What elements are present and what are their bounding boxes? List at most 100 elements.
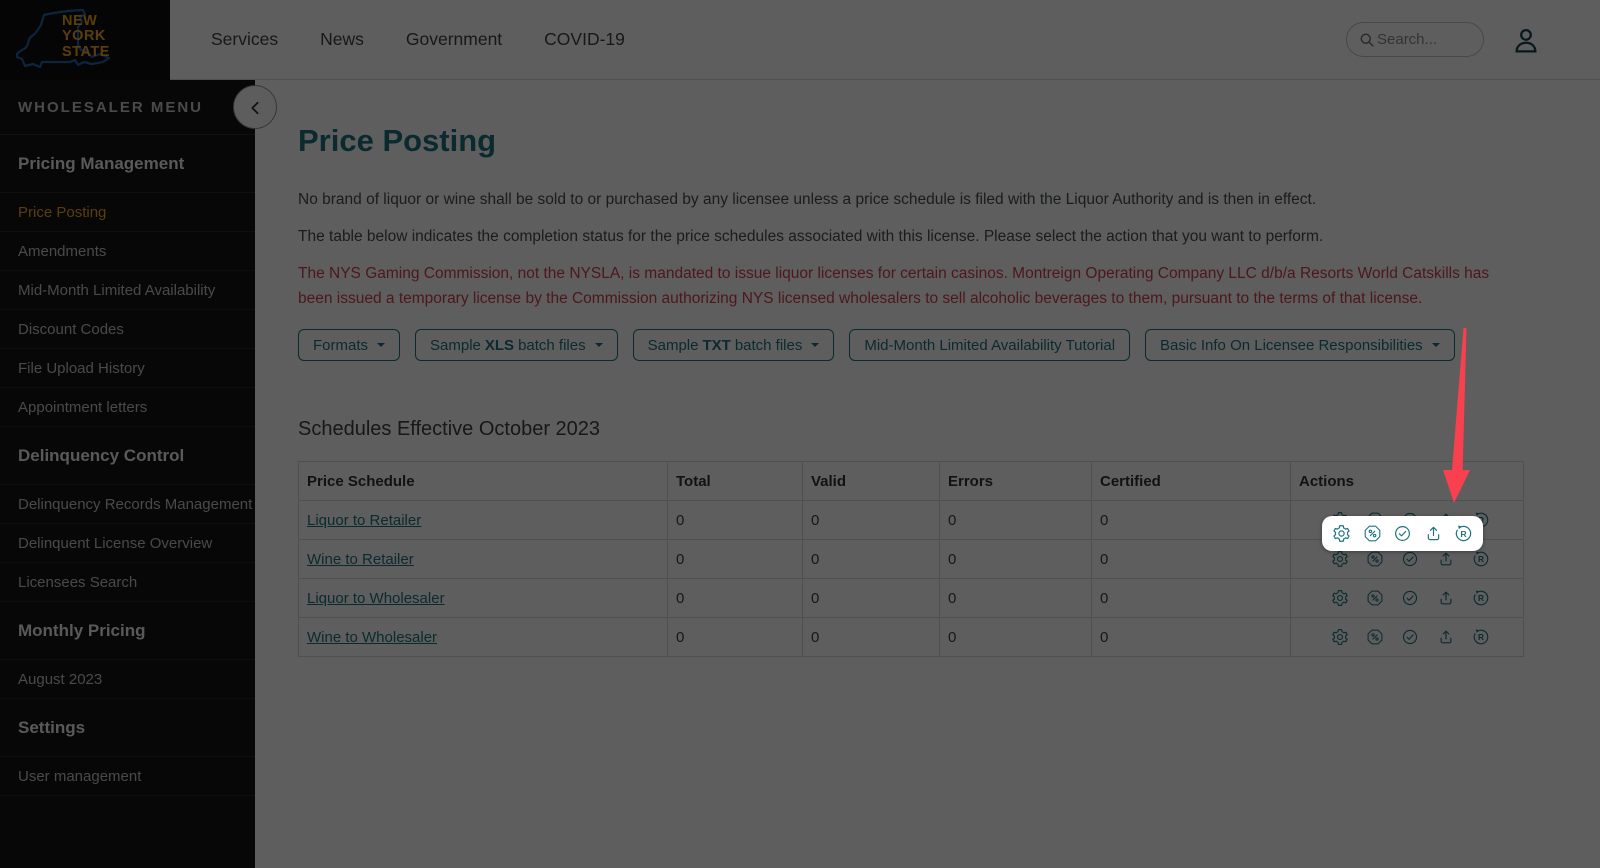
sidebar-item-price-posting[interactable]: Price Posting xyxy=(0,193,255,232)
row-actions xyxy=(1290,617,1524,657)
sidebar-item-mid-month-limited-availability[interactable]: Mid-Month Limited Availability xyxy=(0,271,255,310)
mid-month-tutorial-button[interactable]: Mid-Month Limited Availability Tutorial xyxy=(849,329,1131,361)
sidebar-header-delinquency-control: Delinquency Control xyxy=(0,427,255,485)
sidebar-item-licensees-search[interactable]: Licensees Search xyxy=(0,563,255,602)
logo-wordmark: NEW YORK STATE xyxy=(62,12,110,60)
certified-value: 0 xyxy=(1091,617,1291,657)
certified-value: 0 xyxy=(1091,500,1291,540)
sidebar-title: WHOLESALER MENU xyxy=(0,80,255,135)
liquor-to-wholesaler-link[interactable]: Liquor to Wholesaler xyxy=(307,590,445,607)
valid-value: 0 xyxy=(802,500,940,540)
nav-government[interactable]: Government xyxy=(406,29,502,50)
rollover-r-icon[interactable] xyxy=(1472,589,1490,607)
intro-paragraph-1: No brand of liquor or wine shall be sold… xyxy=(298,191,1317,208)
search-box[interactable] xyxy=(1346,22,1484,57)
upload-icon[interactable] xyxy=(1424,524,1443,543)
schedules-table: Price Schedule Total Valid Errors Certif… xyxy=(298,461,1524,657)
sidebar-collapse-button[interactable] xyxy=(233,85,277,129)
sample-txt-batch-files-button[interactable]: Sample TXT batch files xyxy=(632,329,835,361)
nys-logo[interactable]: NEW YORK STATE xyxy=(0,0,170,80)
sidebar-item-delinquent-license-overview[interactable]: Delinquent License Overview xyxy=(0,524,255,563)
gear-icon[interactable] xyxy=(1331,628,1349,646)
wholesaler-sidebar: WHOLESALER MENU Pricing Management Price… xyxy=(0,80,255,868)
top-header: NEW YORK STATE Services News Government … xyxy=(0,0,1600,80)
col-valid: Valid xyxy=(802,461,940,501)
liquor-to-retailer-link[interactable]: Liquor to Retailer xyxy=(307,512,421,529)
gear-icon[interactable] xyxy=(1331,589,1349,607)
sidebar-item-user-management[interactable]: User management xyxy=(0,757,255,796)
resource-buttons-row: Formats Sample XLS batch files Sample TX… xyxy=(298,329,1523,361)
percent-badge-icon[interactable] xyxy=(1366,589,1384,607)
sidebar-item-file-upload-history[interactable]: File Upload History xyxy=(0,349,255,388)
sidebar-item-delinquency-records-management[interactable]: Delinquency Records Management xyxy=(0,485,255,524)
col-total: Total xyxy=(667,461,803,501)
rollover-r-icon[interactable] xyxy=(1472,550,1490,568)
upload-icon[interactable] xyxy=(1437,589,1455,607)
caret-down-icon xyxy=(377,343,386,351)
intro-paragraph-2: The table below indicates the completion… xyxy=(298,228,1324,245)
caret-down-icon xyxy=(1431,343,1440,351)
main-content: Price Posting No brand of liquor or wine… xyxy=(255,80,1600,868)
sidebar-item-discount-codes[interactable]: Discount Codes xyxy=(0,310,255,349)
upload-icon[interactable] xyxy=(1437,628,1455,646)
actions-spotlight xyxy=(1322,516,1483,551)
rollover-r-icon[interactable] xyxy=(1472,628,1490,646)
formats-button[interactable]: Formats xyxy=(298,329,401,361)
gear-icon[interactable] xyxy=(1332,524,1351,543)
percent-badge-icon[interactable] xyxy=(1363,524,1382,543)
total-value: 0 xyxy=(667,539,803,579)
caret-down-icon xyxy=(811,343,820,351)
sidebar-header-monthly-pricing: Monthly Pricing xyxy=(0,602,255,660)
table-row: Liquor to Wholesaler 0 0 0 0 xyxy=(298,578,1524,618)
gaming-commission-notice: The NYS Gaming Commission, not the NYSLA… xyxy=(298,265,1490,307)
chevron-left-icon xyxy=(243,95,268,120)
sidebar-header-pricing-management: Pricing Management xyxy=(0,135,255,193)
check-circle-icon[interactable] xyxy=(1401,550,1419,568)
user-account-icon[interactable] xyxy=(1510,24,1542,56)
table-row: Wine to Wholesaler 0 0 0 0 xyxy=(298,617,1524,657)
valid-value: 0 xyxy=(802,578,940,618)
valid-value: 0 xyxy=(802,539,940,579)
upload-icon[interactable] xyxy=(1437,550,1455,568)
basic-info-responsibilities-button[interactable]: Basic Info On Licensee Responsibilities xyxy=(1145,329,1455,361)
table-header-row: Price Schedule Total Valid Errors Certif… xyxy=(298,461,1524,501)
rollover-r-icon[interactable] xyxy=(1454,524,1473,543)
percent-badge-icon[interactable] xyxy=(1366,628,1384,646)
caret-down-icon xyxy=(594,343,603,351)
errors-value: 0 xyxy=(939,617,1092,657)
col-actions: Actions xyxy=(1290,461,1524,501)
certified-value: 0 xyxy=(1091,539,1291,579)
sidebar-header-settings: Settings xyxy=(0,699,255,757)
nav-news[interactable]: News xyxy=(320,29,364,50)
errors-value: 0 xyxy=(939,500,1092,540)
search-input[interactable] xyxy=(1377,31,1467,48)
check-circle-icon[interactable] xyxy=(1401,589,1419,607)
wine-to-retailer-link[interactable]: Wine to Retailer xyxy=(307,551,414,568)
schedules-section-title: Schedules Effective October 2023 xyxy=(298,418,601,440)
sample-xls-batch-files-button[interactable]: Sample XLS batch files xyxy=(415,329,618,361)
total-value: 0 xyxy=(667,617,803,657)
nav-covid-19[interactable]: COVID-19 xyxy=(544,29,625,50)
percent-badge-icon[interactable] xyxy=(1366,550,1384,568)
sidebar-item-appointment-letters[interactable]: Appointment letters xyxy=(0,388,255,427)
search-icon xyxy=(1360,33,1374,47)
col-errors: Errors xyxy=(939,461,1092,501)
gear-icon[interactable] xyxy=(1331,550,1349,568)
sidebar-item-august-2023[interactable]: August 2023 xyxy=(0,660,255,699)
nav-services[interactable]: Services xyxy=(211,29,278,50)
valid-value: 0 xyxy=(802,617,940,657)
page-title: Price Posting xyxy=(298,123,497,158)
col-price-schedule: Price Schedule xyxy=(298,461,668,501)
sidebar-item-amendments[interactable]: Amendments xyxy=(0,232,255,271)
check-circle-icon[interactable] xyxy=(1393,524,1412,543)
certified-value: 0 xyxy=(1091,578,1291,618)
total-value: 0 xyxy=(667,500,803,540)
col-certified: Certified xyxy=(1091,461,1291,501)
check-circle-icon[interactable] xyxy=(1401,628,1419,646)
total-value: 0 xyxy=(667,578,803,618)
top-navigation: Services News Government COVID-19 xyxy=(211,29,625,50)
row-actions xyxy=(1290,578,1524,618)
wine-to-wholesaler-link[interactable]: Wine to Wholesaler xyxy=(307,629,437,646)
errors-value: 0 xyxy=(939,578,1092,618)
errors-value: 0 xyxy=(939,539,1092,579)
